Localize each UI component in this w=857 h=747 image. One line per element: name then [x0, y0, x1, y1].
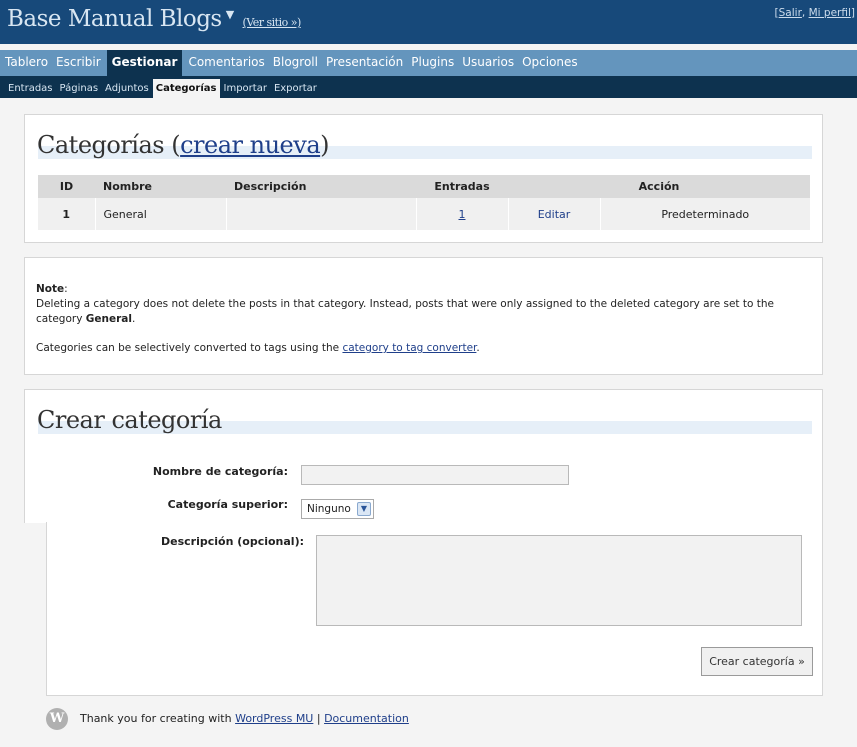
parent-category-label: Categoría superior:	[167, 498, 288, 511]
page-title: Categorías (crear nueva)	[37, 131, 329, 159]
profile-link[interactable]: Mi perfil	[809, 7, 851, 19]
column-header-action: Acción	[508, 175, 810, 198]
cell-id: 1	[38, 198, 96, 230]
admin-header: Base Manual Blogs ▼ (Ver sitio ») [Salir,…	[0, 0, 857, 44]
posts-count-link[interactable]: 1	[459, 208, 466, 221]
note-converter: Categories can be selectively converted …	[36, 342, 480, 354]
note-label: Note	[36, 283, 65, 295]
nav-item-users[interactable]: Usuarios	[460, 50, 516, 76]
subnav-item-import[interactable]: Importar	[221, 79, 270, 98]
subnav-item-posts[interactable]: Entradas	[5, 79, 56, 98]
subnav-item-categories[interactable]: Categorías	[152, 79, 220, 98]
subnav-item-attachments[interactable]: Adjuntos	[102, 79, 152, 98]
wordpress-mu-link[interactable]: WordPress MU	[235, 712, 313, 725]
admin-menu: Tablero Escribir Gestionar Comentarios Blogr…	[0, 50, 857, 76]
page-title-text: Categorías (	[37, 131, 181, 159]
footer-separator: |	[313, 712, 325, 725]
categories-panel: Categorías (crear nueva) ID Nombre Descr…	[24, 114, 823, 243]
wordpress-logo-icon: W	[46, 708, 68, 730]
category-name-label: Nombre de categoría:	[152, 465, 288, 478]
note-line-2: Categories can be selectively converted …	[36, 342, 343, 354]
subnav-item-pages[interactable]: Páginas	[57, 79, 102, 98]
user-info: [Salir, Mi perfil]	[774, 7, 855, 19]
note-panel: Note: Deleting a category does not delet…	[24, 257, 823, 375]
subnav-item-export[interactable]: Exportar	[271, 79, 320, 98]
description-label: Descripción (opcional):	[161, 535, 304, 548]
category-tag-converter-link[interactable]: category to tag converter	[342, 342, 476, 354]
nav-item-plugins[interactable]: Plugins	[409, 50, 456, 76]
blog-title: Base Manual Blogs ▼ (Ver sitio »)	[7, 6, 301, 32]
category-name-input[interactable]	[301, 465, 569, 485]
nav-item-dashboard[interactable]: Tablero	[3, 50, 50, 76]
create-new-link[interactable]: crear nueva	[180, 131, 321, 159]
column-header-description: Descripción	[226, 175, 416, 198]
cell-edit: Editar	[508, 198, 601, 230]
nav-item-manage[interactable]: Gestionar	[106, 50, 183, 76]
nav-item-write[interactable]: Escribir	[54, 50, 103, 76]
create-category-button[interactable]: Crear categoría »	[701, 647, 813, 676]
blog-switcher-caret-icon[interactable]: ▼	[226, 8, 234, 21]
column-header-posts: Entradas	[416, 175, 508, 198]
table-header-row: ID Nombre Descripción Entradas Acción	[38, 175, 810, 198]
sub-menu: Entradas Páginas Adjuntos Categorías Importa…	[0, 76, 857, 98]
nav-item-options[interactable]: Opciones	[520, 50, 580, 76]
cell-posts: 1	[416, 198, 509, 230]
parent-category-select[interactable]: Ninguno ▼	[301, 499, 374, 519]
column-header-id: ID	[38, 175, 95, 198]
documentation-link[interactable]: Documentation	[324, 712, 409, 725]
logout-link[interactable]: Salir	[779, 7, 802, 19]
table-row: 1 General 1 Editar Predeterminado	[38, 198, 810, 230]
view-site-link[interactable]: (Ver sitio »)	[243, 16, 302, 29]
edit-link[interactable]: Editar	[538, 208, 571, 221]
parent-category-value: Ninguno	[307, 503, 351, 515]
note-bold-general: General	[85, 313, 132, 325]
categories-table: ID Nombre Descripción Entradas Acción 1 …	[38, 175, 810, 230]
chevron-down-icon[interactable]: ▼	[357, 502, 371, 516]
create-category-title: Crear categoría	[37, 406, 222, 434]
nav-item-comments[interactable]: Comentarios	[186, 50, 266, 76]
description-textarea[interactable]	[316, 535, 802, 626]
cell-name: General	[95, 198, 227, 230]
note-line-1: Deleting a category does not delete the …	[36, 298, 774, 325]
cell-default: Predeterminado	[600, 198, 810, 230]
create-category-panel: Crear categoría	[24, 389, 823, 523]
footer-text: Thank you for creating with WordPress MU…	[80, 712, 409, 725]
column-header-name: Nombre	[95, 175, 226, 198]
nav-item-presentation[interactable]: Presentación	[324, 50, 405, 76]
blog-title-text: Base Manual Blogs	[7, 6, 222, 32]
cell-description	[226, 198, 417, 230]
nav-item-blogroll[interactable]: Blogroll	[271, 50, 320, 76]
note-body: Note: Deleting a category does not delet…	[36, 283, 774, 325]
page-title-close: )	[320, 131, 329, 159]
footer-thanks: Thank you for creating with	[80, 712, 236, 725]
